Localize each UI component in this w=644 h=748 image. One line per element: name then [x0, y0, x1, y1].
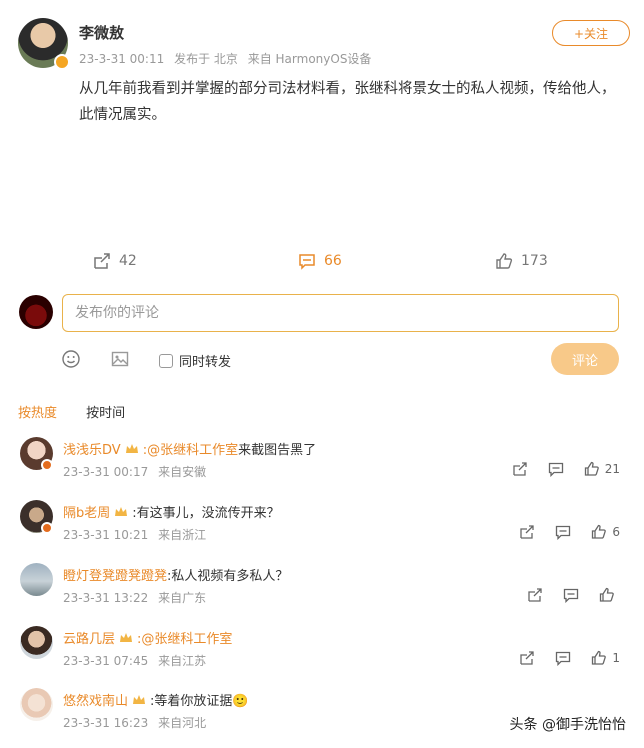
crown-icon [115, 506, 128, 516]
comment-actions: 6 [499, 524, 620, 540]
comment-count: 66 [324, 253, 342, 269]
thumbs-up-icon[interactable] [599, 587, 615, 603]
share-icon[interactable] [519, 650, 535, 666]
repost-label: 同时转发 [179, 355, 232, 370]
repost-icon [94, 253, 110, 269]
commenter-avatar[interactable] [20, 626, 53, 659]
comment-text: :私人视频有多私人？ [167, 569, 289, 584]
like-action[interactable]: 173 [495, 252, 548, 270]
post-actions: 42 66 173 [0, 252, 644, 276]
follow-button[interactable]: +关注 [552, 20, 630, 46]
comment-actions: 1 [499, 650, 620, 666]
comment-location: 来自江苏 [158, 654, 207, 668]
checkbox-icon[interactable] [159, 353, 173, 368]
submit-comment-button[interactable]: 评论 [551, 343, 619, 375]
commenter-avatar[interactable] [20, 563, 53, 596]
comment-location: 来自安徽 [158, 465, 207, 479]
tab-hot[interactable]: 按热度 [18, 406, 57, 421]
post-meta: 23-3-31 00:11 发布于 北京 来自 HarmonyOS设备 [79, 50, 377, 67]
comment-item: 浅浅乐DV :@张继科工作室 来截图告黑了 23-3-31 00:17 来自安徽… [0, 437, 644, 499]
comment-text-line: 云路几层 :@张继科工作室 [63, 628, 232, 647]
comment-input[interactable] [62, 294, 619, 332]
share-icon[interactable] [527, 587, 543, 603]
commenter-avatar[interactable] [20, 688, 53, 721]
reply-icon[interactable] [548, 461, 564, 477]
crown-icon [125, 443, 138, 453]
post-device: 来自 HarmonyOS设备 [247, 52, 372, 66]
comment-text-line: 瞪灯登凳蹬凳蹬凳 :私人视频有多私人？ [63, 565, 288, 584]
comment-text-line: 隔b老周 :有这事儿，没流传开来？ [63, 502, 280, 521]
watermark: 头条 @御手洗怡怡 [509, 717, 626, 733]
comment-meta: 23-3-31 07:45 来自江苏 [63, 652, 212, 669]
commenter-name[interactable]: 悠然戏南山 [63, 690, 128, 709]
thumbs-up-icon[interactable] [584, 461, 600, 477]
comment-item: 瞪灯登凳蹬凳蹬凳 :私人视频有多私人？ 23-3-31 13:22 来自广东 [0, 563, 644, 625]
like-count: 173 [521, 253, 548, 269]
share-icon[interactable] [512, 461, 528, 477]
comment-sort-tabs: 按热度 按时间 [18, 402, 150, 421]
mention-link[interactable]: :@张继科工作室 [143, 439, 238, 458]
comment-like-count: 1 [612, 651, 620, 665]
commenter-name[interactable]: 隔b老周 [63, 502, 110, 521]
verified-badge-icon [54, 54, 70, 70]
verified-badge-icon [41, 522, 53, 534]
thumbs-up-icon[interactable] [591, 524, 607, 540]
commenter-name[interactable]: 浅浅乐DV [63, 439, 121, 458]
repost-checkbox[interactable]: 同时转发 [159, 351, 231, 370]
thumbs-up-icon[interactable] [591, 650, 607, 666]
composer-toolbar: 同时转发 评论 [0, 343, 644, 375]
post-content: 从几年前我看到并掌握的部分司法材料看，张继科将景女士的私人视频，传给他人，此情况… [79, 81, 616, 123]
repost-count: 42 [119, 253, 137, 269]
commenter-name[interactable]: 云路几层 [63, 628, 115, 647]
comment-item: 云路几层 :@张继科工作室 23-3-31 07:45 来自江苏 1 [0, 626, 644, 688]
reply-icon[interactable] [555, 524, 571, 540]
comment-text-line: 悠然戏南山 :等着你放证据🙂 [63, 690, 249, 709]
current-user-avatar [19, 295, 53, 329]
comment-date: 23-3-31 16:23 [63, 716, 149, 730]
tab-time[interactable]: 按时间 [86, 406, 125, 421]
comment-text: :有这事儿，没流传开来？ [132, 506, 280, 521]
thumbs-up-icon [496, 253, 513, 269]
comment-date: 23-3-31 10:21 [63, 528, 149, 542]
reply-icon[interactable] [555, 650, 571, 666]
comment-date: 23-3-31 00:17 [63, 465, 149, 479]
mention-link[interactable]: :@张继科工作室 [137, 628, 232, 647]
comment-item: 隔b老周 :有这事儿，没流传开来？ 23-3-31 10:21 来自浙江 6 [0, 500, 644, 562]
comment-date: 23-3-31 07:45 [63, 654, 149, 668]
comment-meta: 23-3-31 16:23 来自河北 [63, 714, 212, 731]
comment-text: 来截图告黑了 [238, 443, 317, 458]
comment-location: 来自广东 [158, 591, 207, 605]
emoji-icon[interactable] [62, 350, 80, 368]
reply-icon[interactable] [563, 587, 579, 603]
comment-action[interactable]: 66 [298, 252, 342, 270]
comment-meta: 23-3-31 00:17 来自安徽 [63, 463, 212, 480]
verified-badge-icon [41, 459, 53, 471]
comment-meta: 23-3-31 13:22 来自广东 [63, 589, 212, 606]
comment-like-count: 21 [604, 462, 620, 476]
comment-text: :等着你放证据🙂 [150, 694, 249, 709]
comment-actions [507, 587, 620, 603]
share-icon[interactable] [519, 524, 535, 540]
comment-icon [299, 254, 315, 270]
crown-icon [133, 694, 146, 704]
commenter-name[interactable]: 瞪灯登凳蹬凳蹬凳 [63, 565, 167, 584]
comment-actions: 21 [492, 461, 620, 477]
comment-location: 来自河北 [158, 716, 207, 730]
post-date: 23-3-31 00:11 [79, 52, 165, 66]
author-name[interactable]: 李微敖 [79, 22, 124, 43]
comment-like-count: 6 [612, 525, 620, 539]
image-icon[interactable] [111, 350, 129, 368]
comment-location: 来自浙江 [158, 528, 207, 542]
comment-meta: 23-3-31 10:21 来自浙江 [63, 526, 212, 543]
post-location: 发布于 北京 [174, 52, 238, 66]
repost-action[interactable]: 42 [93, 252, 137, 270]
comment-text-line: 浅浅乐DV :@张继科工作室 来截图告黑了 [63, 439, 316, 458]
crown-icon [120, 632, 133, 642]
comment-date: 23-3-31 13:22 [63, 591, 149, 605]
